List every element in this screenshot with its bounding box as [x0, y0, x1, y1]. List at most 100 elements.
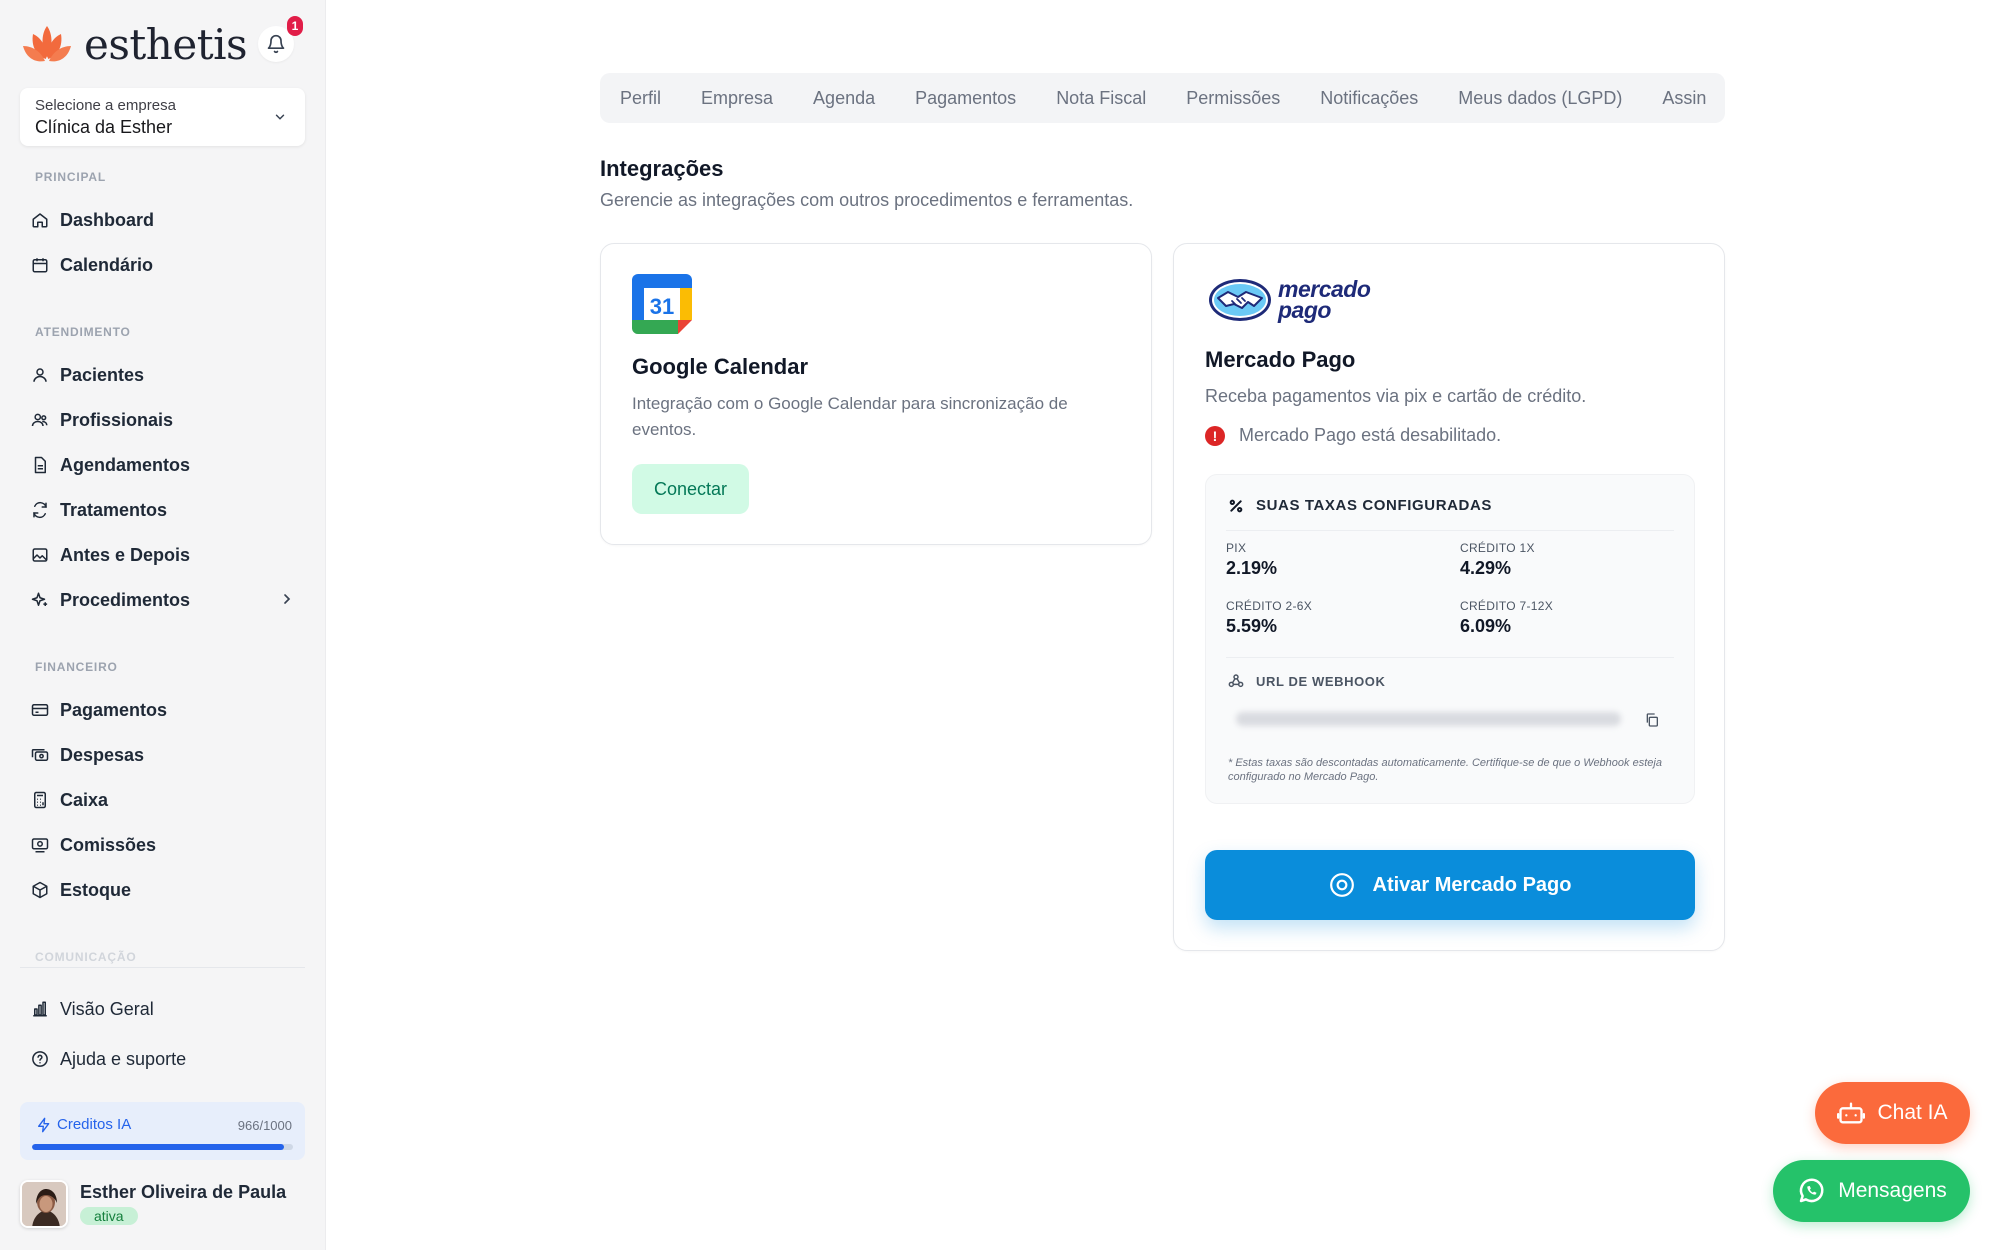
tab-assinatura[interactable]: Assin — [1662, 88, 1706, 109]
copy-webhook-button[interactable] — [1642, 710, 1662, 730]
user-profile[interactable]: Esther Oliveira de Paula ativa — [20, 1180, 286, 1228]
mercado-pago-card: mercado pago Mercado Pago Receba pagamen… — [1173, 243, 1725, 951]
company-select[interactable]: Selecione a empresa Clínica da Esther — [20, 88, 305, 146]
chevron-down-icon — [275, 114, 285, 120]
handshake-icon — [1209, 279, 1271, 321]
mercado-pago-description: Receba pagamentos via pix e cartão de cr… — [1205, 386, 1587, 406]
webhook-icon — [1228, 674, 1244, 688]
chat-ia-label: Chat IA — [1877, 1101, 1948, 1124]
tab-meus-dados[interactable]: Meus dados (LGPD) — [1458, 88, 1622, 109]
sidebar-item-pacientes[interactable]: Pacientes — [30, 357, 305, 393]
tab-permissoes[interactable]: Permissões — [1186, 88, 1280, 109]
mercado-pago-status: ! Mercado Pago está desabilitado. — [1205, 425, 1501, 446]
sidebar-item-antes-e-depois[interactable]: Antes e Depois — [30, 537, 305, 573]
sidebar-item-dashboard[interactable]: Dashboard — [30, 202, 305, 238]
lotus-logo-icon — [23, 26, 71, 62]
chevron-right-icon — [284, 594, 291, 604]
calendar-icon — [30, 255, 50, 275]
sidebar-item-label: Agendamentos — [60, 454, 191, 475]
fee-credito-2-6x: CRÉDITO 2-6X 5.59% — [1226, 599, 1312, 637]
percent-icon — [1229, 499, 1243, 512]
sidebar-item-label: Procedimentos — [60, 589, 191, 610]
company-select-label: Selecione a empresa — [35, 97, 176, 114]
fee-label: CRÉDITO 1X — [1460, 541, 1535, 555]
sidebar-item-label: Ajuda e suporte — [60, 1048, 187, 1069]
google-calendar-description: Integração com o Google Calendar para si… — [632, 394, 1068, 439]
image-icon — [30, 545, 50, 565]
tab-agenda[interactable]: Agenda — [813, 88, 875, 109]
sidebar-item-label: Estoque — [60, 879, 132, 900]
home-icon — [30, 210, 50, 230]
copy-icon — [1646, 713, 1658, 727]
fee-value: 6.09% — [1460, 616, 1512, 636]
tab-pagamentos[interactable]: Pagamentos — [915, 88, 1016, 109]
ai-credits-progress — [32, 1144, 293, 1150]
user-info: Esther Oliveira de Paula ativa — [68, 1182, 286, 1226]
tab-perfil[interactable]: Perfil — [620, 88, 661, 109]
box-icon — [30, 880, 50, 900]
sparkles-icon — [30, 590, 50, 610]
fees-header: SUAS TAXAS CONFIGURADAS — [1228, 497, 1492, 514]
company-select-value: Clínica da Esther — [35, 117, 173, 137]
sidebar-item-label: Dashboard — [60, 209, 155, 230]
section-label-financeiro: FINANCEIRO — [35, 660, 118, 674]
brand[interactable]: esthetis — [20, 18, 248, 72]
sidebar-item-label: Pacientes — [60, 364, 145, 385]
mercado-pago-logo: mercado pago — [1208, 278, 1371, 322]
activate-mercado-pago-button[interactable]: Ativar Mercado Pago — [1205, 850, 1695, 920]
sidebar-item-visao-geral[interactable]: Visão Geral — [30, 991, 305, 1027]
sidebar-item-tratamentos[interactable]: Tratamentos — [30, 492, 305, 528]
activate-mercado-pago-label: Ativar Mercado Pago — [1372, 873, 1572, 896]
sidebar-item-label: Profissionais — [60, 409, 174, 430]
sidebar-item-label: Visão Geral — [60, 998, 154, 1019]
google-calendar-icon-number: 31 — [650, 294, 674, 319]
fees-panel: SUAS TAXAS CONFIGURADAS PIX 2.19% CRÉDIT… — [1205, 474, 1695, 804]
sidebar-item-label: Tratamentos — [60, 499, 168, 520]
sidebar-item-label: Caixa — [60, 789, 109, 810]
notification-badge: 1 — [287, 16, 303, 36]
user-name: Esther Oliveira de Paula — [80, 1182, 287, 1202]
sidebar-item-estoque[interactable]: Estoque — [30, 872, 305, 908]
fee-credito-7-12x: CRÉDITO 7-12X 6.09% — [1460, 599, 1553, 637]
user-icon — [30, 365, 50, 385]
chat-ia-button[interactable]: Chat IA — [1815, 1082, 1970, 1144]
sidebar-item-calendario[interactable]: Calendário — [30, 247, 305, 283]
fee-pix: PIX 2.19% — [1226, 541, 1277, 579]
fee-credito-1x: CRÉDITO 1X 4.29% — [1460, 541, 1535, 579]
users-icon — [30, 410, 50, 430]
sidebar-item-label: Comissões — [60, 834, 157, 855]
sidebar-item-despesas[interactable]: Despesas — [30, 737, 305, 773]
fee-value: 2.19% — [1226, 558, 1278, 578]
lightning-icon — [38, 1117, 50, 1133]
fees-title: SUAS TAXAS CONFIGURADAS — [1256, 497, 1493, 514]
sidebar-item-comissoes[interactable]: Comissões — [30, 827, 305, 863]
tab-nota-fiscal[interactable]: Nota Fiscal — [1056, 88, 1146, 109]
mercado-pago-status-text: Mercado Pago está desabilitado. — [1239, 425, 1502, 445]
brand-name: esthetis — [84, 20, 248, 69]
sidebar-item-pagamentos[interactable]: Pagamentos — [30, 692, 305, 728]
commission-icon — [30, 835, 50, 855]
fee-label: CRÉDITO 2-6X — [1226, 599, 1313, 613]
ai-credits-count: 966/1000 — [237, 1118, 292, 1133]
connect-google-calendar-button[interactable]: Conectar — [632, 464, 749, 514]
ai-credits-label: Creditos IA — [57, 1116, 132, 1133]
ai-credits[interactable]: Creditos IA 966/1000 — [20, 1102, 305, 1160]
sidebar-item-procedimentos[interactable]: Procedimentos — [30, 582, 305, 618]
sidebar: esthetis 1 Selecione a empresa Clínica d… — [0, 0, 326, 1250]
sidebar-item-ajuda-e-suporte[interactable]: Ajuda e suporte — [30, 1041, 305, 1077]
sidebar-item-profissionais[interactable]: Profissionais — [30, 402, 305, 438]
mercado-pago-logo-text: mercado pago — [1278, 278, 1371, 322]
sidebar-item-agendamentos[interactable]: Agendamentos — [30, 447, 305, 483]
tab-notificacoes[interactable]: Notificações — [1320, 88, 1418, 109]
status-badge: ativa — [80, 1207, 138, 1225]
messages-button[interactable]: Mensagens — [1773, 1160, 1970, 1222]
avatar — [20, 1180, 68, 1228]
page-title: Integrações — [600, 156, 724, 181]
tab-empresa[interactable]: Empresa — [701, 88, 773, 109]
fee-label: PIX — [1226, 541, 1247, 555]
google-calendar-title: Google Calendar — [632, 354, 809, 379]
alert-icon: ! — [1205, 425, 1225, 446]
fee-label: CRÉDITO 7-12X — [1460, 599, 1554, 613]
sidebar-item-caixa[interactable]: Caixa — [30, 782, 305, 818]
file-icon — [30, 455, 50, 475]
